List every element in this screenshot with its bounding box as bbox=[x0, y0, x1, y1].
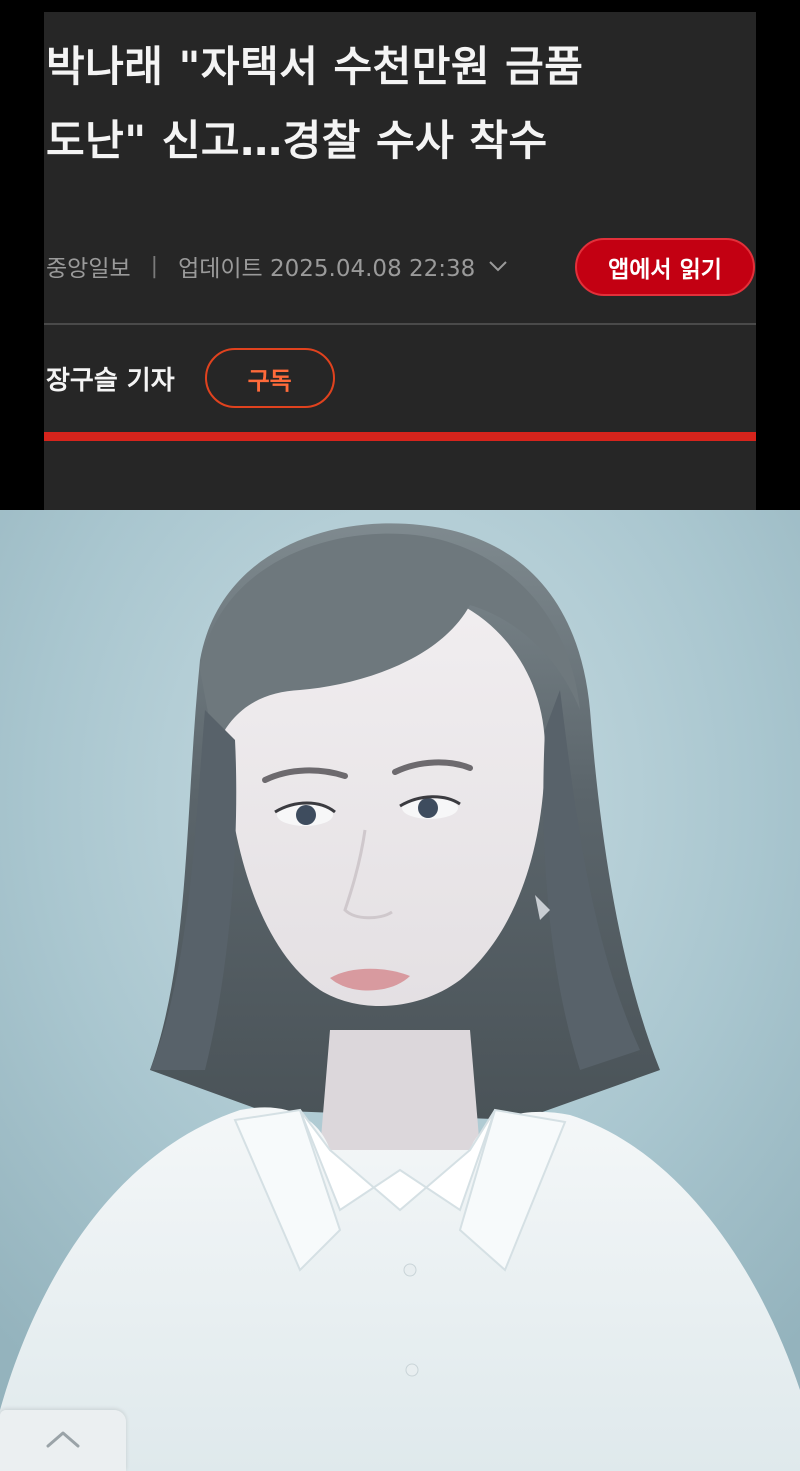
section-red-bar bbox=[44, 432, 756, 441]
subscribe-button[interactable]: 구독 bbox=[204, 348, 335, 408]
read-in-app-button[interactable]: 앱에서 읽기 bbox=[575, 238, 755, 296]
article-headline: 박나래 "자택서 수천만원 금품 도난" 신고…경찰 수사 착수 bbox=[46, 30, 746, 178]
scroll-to-top-button[interactable] bbox=[0, 1410, 126, 1471]
article-page: 박나래 "자택서 수천만원 금품 도난" 신고…경찰 수사 착수 중앙일보 | … bbox=[0, 0, 800, 1471]
headline-line-2: 도난" 신고…경찰 수사 착수 bbox=[46, 116, 548, 165]
chevron-down-icon[interactable] bbox=[487, 255, 509, 277]
headline-line-1: 박나래 "자택서 수천만원 금품 bbox=[46, 42, 584, 91]
chevron-up-icon bbox=[45, 1428, 81, 1454]
meta-separator: | bbox=[150, 253, 159, 279]
article-meta: 중앙일보 | 업데이트 2025.04.08 22:38 앱에서 읽기 bbox=[46, 238, 756, 296]
meta-divider bbox=[44, 323, 756, 325]
portrait-photo bbox=[0, 510, 800, 1471]
author-name: 장구슬 기자 bbox=[46, 365, 175, 396]
author-row: 장구슬 기자 구독 bbox=[46, 346, 335, 410]
article-photo bbox=[0, 510, 800, 1471]
update-timestamp: 업데이트 2025.04.08 22:38 bbox=[178, 256, 476, 282]
publisher-name: 중앙일보 bbox=[46, 256, 131, 282]
